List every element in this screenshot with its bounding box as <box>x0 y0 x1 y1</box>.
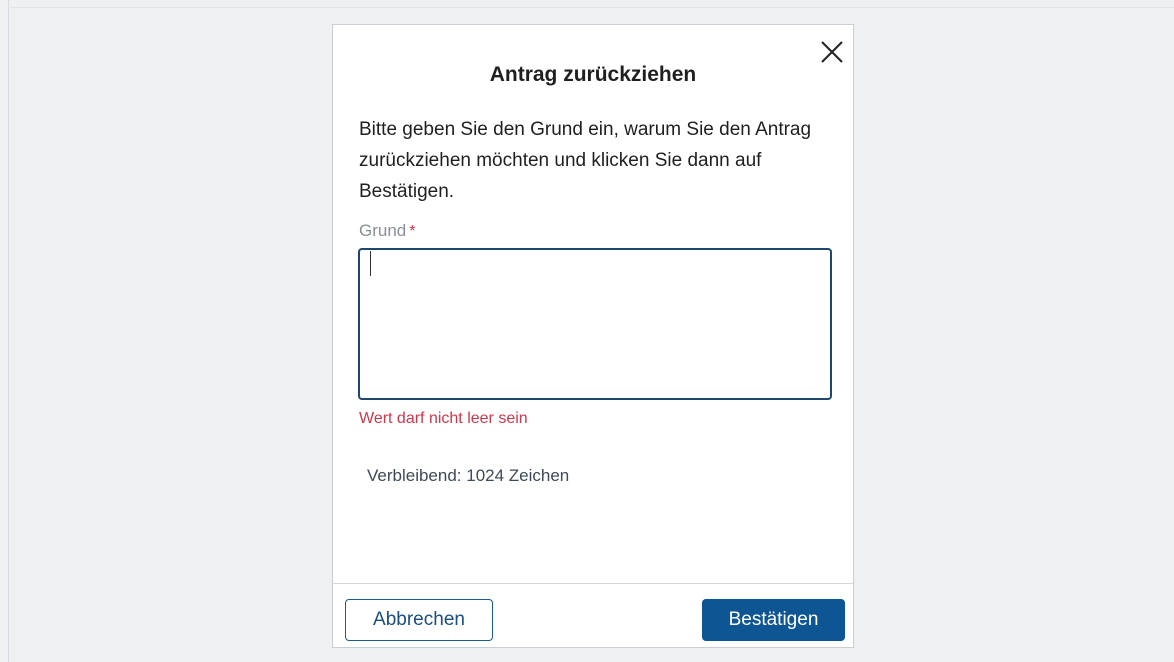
footer-divider <box>333 583 853 584</box>
page-frame-top-border <box>8 7 1174 8</box>
dialog-instructions: Bitte geben Sie den Grund ein, warum Sie… <box>359 119 812 202</box>
validation-error-message: Wert darf nicht leer sein <box>359 410 528 427</box>
withdraw-request-dialog: Antrag zurückziehen Bitte geben Sie den … <box>332 24 854 648</box>
dialog-title: Antrag zurückziehen <box>489 63 697 86</box>
remaining-characters-counter: Verbleibend: 1024 Zeichen <box>367 466 570 485</box>
reason-field-label: Grund * <box>359 221 415 242</box>
close-icon <box>821 41 843 63</box>
close-button[interactable] <box>819 39 845 65</box>
page-frame-left-border <box>8 0 9 662</box>
text-caret <box>370 251 371 276</box>
required-marker: * <box>409 223 416 240</box>
cancel-button[interactable]: Abbrechen <box>345 599 493 641</box>
confirm-button[interactable]: Bestätigen <box>702 599 845 641</box>
reason-textarea[interactable] <box>358 248 832 400</box>
reason-label-text: Grund <box>359 221 407 240</box>
